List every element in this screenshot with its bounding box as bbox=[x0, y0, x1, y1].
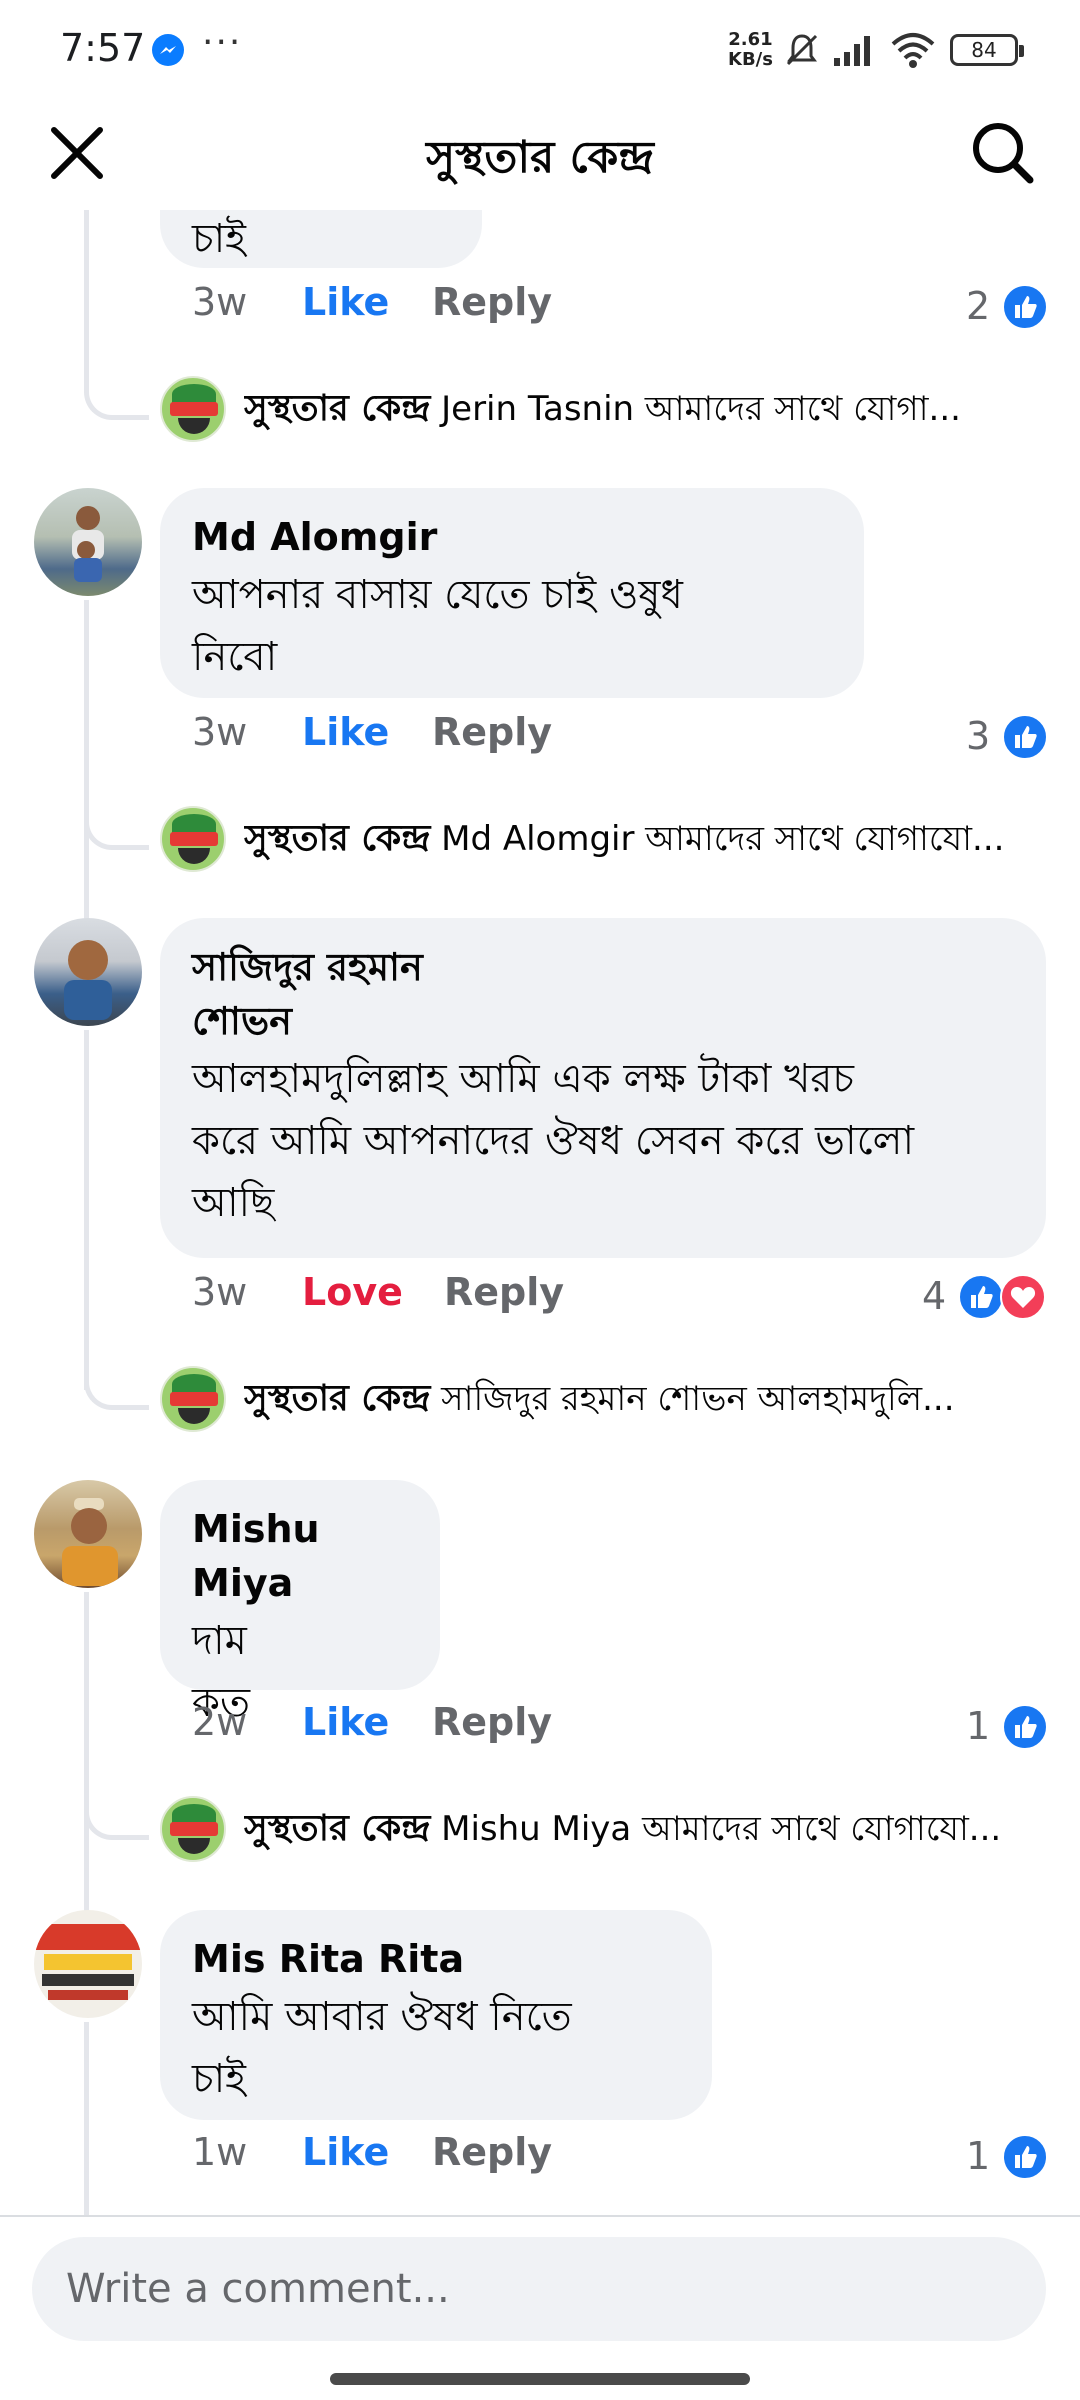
comment-bubble[interactable]: সাজিদুর রহমান শোভন আলহামদুলিল্লাহ আমি এক… bbox=[160, 918, 1046, 1258]
reply-author: সুস্থতার কেন্দ্র bbox=[244, 818, 431, 859]
thread-line bbox=[84, 1030, 89, 1390]
reaction-count: 3 bbox=[966, 714, 991, 758]
avatar[interactable] bbox=[34, 488, 142, 596]
page-reply-preview[interactable]: সুস্থতার কেন্দ্র Mishu Miya আমাদের সাথে … bbox=[244, 1796, 1074, 1862]
reply-connector bbox=[84, 380, 149, 420]
comment-time: 3w bbox=[192, 710, 248, 754]
reply-button[interactable]: Reply bbox=[432, 710, 552, 754]
signal-icon bbox=[834, 36, 870, 66]
reply-connector bbox=[84, 1800, 149, 1840]
comment-text-line: চাই bbox=[192, 2056, 246, 2102]
wifi-icon bbox=[891, 33, 935, 68]
app-header: সুস্থতার কেন্দ্র bbox=[0, 100, 1080, 210]
avatar[interactable] bbox=[34, 1480, 142, 1588]
comment-bubble[interactable]: Mis Rita Rita আমি আবার ঔষধ নিতে চাই bbox=[160, 1910, 712, 2120]
reaction-summary[interactable]: 4 bbox=[922, 1274, 1072, 1322]
comment-time: 2w bbox=[192, 1700, 248, 1744]
reply-author: সুস্থতার কেন্দ্র bbox=[244, 1808, 431, 1849]
thread-line bbox=[84, 1592, 89, 1942]
reaction-summary[interactable]: 1 bbox=[966, 2134, 1066, 2182]
comment-actions: 1w Like Reply bbox=[192, 2130, 1072, 2190]
thread-line bbox=[84, 210, 89, 380]
comment-actions: 3w Like Reply bbox=[192, 710, 1072, 770]
thumbs-up-icon bbox=[1002, 2134, 1048, 2180]
reply-text: Jerin Tasnin আমাদের সাথে যোগা... bbox=[441, 389, 961, 429]
reply-author: সুস্থতার কেন্দ্র bbox=[244, 388, 431, 429]
reaction-count: 1 bbox=[966, 1704, 991, 1748]
heart-icon bbox=[1000, 1274, 1046, 1320]
thumbs-up-icon bbox=[1002, 1704, 1048, 1750]
search-icon[interactable] bbox=[968, 118, 1038, 188]
reply-connector bbox=[84, 810, 149, 850]
reply-button[interactable]: Reply bbox=[432, 2130, 552, 2174]
mute-bell-icon bbox=[786, 34, 818, 66]
comment-time: 3w bbox=[192, 280, 248, 324]
reaction-count: 4 bbox=[922, 1274, 947, 1318]
comment-author[interactable]: Mishu Miya bbox=[192, 1502, 408, 1610]
reply-button[interactable]: Reply bbox=[432, 280, 552, 324]
reaction-count: 2 bbox=[966, 284, 991, 328]
comment-bubble[interactable]: চাই bbox=[160, 210, 482, 268]
reaction-summary[interactable]: 3 bbox=[966, 714, 1066, 762]
page-reply-preview[interactable]: সুস্থতার কেন্দ্র Md Alomgir আমাদের সাথে … bbox=[244, 806, 1074, 872]
comment-thread: চাই 3w Like Reply 2 সুস্থতার কেন্দ্র Jer… bbox=[0, 210, 1080, 2215]
thumbs-up-icon bbox=[1002, 714, 1048, 760]
comment-author-line2[interactable]: শোভন bbox=[192, 994, 1014, 1048]
avatar[interactable] bbox=[34, 1910, 142, 2018]
reply-button[interactable]: Reply bbox=[444, 1270, 564, 1314]
avatar[interactable] bbox=[34, 918, 142, 1026]
page-reply-preview[interactable]: সুস্থতার কেন্দ্র Jerin Tasnin আমাদের সাথ… bbox=[244, 376, 1074, 442]
like-button[interactable]: Like bbox=[302, 2130, 389, 2174]
close-icon[interactable] bbox=[44, 120, 110, 186]
comment-actions: 3w Like Reply bbox=[192, 280, 1072, 340]
reply-button[interactable]: Reply bbox=[432, 1700, 552, 1744]
reaction-count: 1 bbox=[966, 2134, 991, 2178]
reply-author: সুস্থতার কেন্দ্র bbox=[244, 1378, 431, 1419]
comment-text-line: নিবো bbox=[192, 634, 278, 680]
status-time: 7:57 bbox=[60, 26, 146, 70]
thumbs-up-icon bbox=[1002, 284, 1048, 330]
like-button[interactable]: Like bbox=[302, 710, 389, 754]
battery-indicator: 84 bbox=[950, 34, 1024, 66]
comment-time: 3w bbox=[192, 1270, 248, 1314]
home-indicator[interactable] bbox=[330, 2373, 750, 2385]
reaction-summary[interactable]: 1 bbox=[966, 1704, 1066, 1752]
status-bar: 7:57 ··· 2.61 KB/s 84 bbox=[0, 0, 1080, 100]
thread-line bbox=[84, 2022, 89, 2215]
page-title: সুস্থতার কেন্দ্র bbox=[426, 132, 654, 183]
comment-author[interactable]: সাজিদুর রহমান bbox=[192, 940, 1014, 994]
network-speed: 2.61 KB/s bbox=[728, 29, 773, 70]
reply-text: সাজিদুর রহমান শোভন আলহামদুলি... bbox=[441, 1379, 955, 1419]
reply-connector bbox=[84, 1370, 149, 1410]
reply-text: Md Alomgir আমাদের সাথে যোগাযো... bbox=[441, 819, 1005, 859]
comment-actions: 2w Like Reply bbox=[192, 1700, 1072, 1760]
comment-text-line: করে আমি আপনাদের ঔষধ সেবন করে ভালো bbox=[192, 1118, 915, 1164]
like-button[interactable]: Like bbox=[302, 1700, 389, 1744]
comment-bubble[interactable]: Md Alomgir আপনার বাসায় যেতে চাই ওষুধ নি… bbox=[160, 488, 864, 698]
comment-text-line: দাম bbox=[192, 1618, 247, 1664]
comment-composer: Write a comment... bbox=[0, 2215, 1080, 2400]
comment-bubble[interactable]: Mishu Miya দাম কত bbox=[160, 1480, 440, 1726]
page-avatar[interactable] bbox=[160, 806, 226, 872]
comment-text-line: আমি আবার ঔষধ নিতে bbox=[192, 1994, 572, 2040]
page-reply-preview[interactable]: সুস্থতার কেন্দ্র সাজিদুর রহমান শোভন আলহা… bbox=[244, 1366, 1074, 1432]
more-notifications-icon: ··· bbox=[202, 22, 243, 63]
page-avatar[interactable] bbox=[160, 1366, 226, 1432]
page-avatar[interactable] bbox=[160, 376, 226, 442]
comment-text-line: আছি bbox=[192, 1180, 275, 1226]
page-avatar[interactable] bbox=[160, 1796, 226, 1862]
comment-input[interactable]: Write a comment... bbox=[32, 2237, 1046, 2341]
reply-text: Mishu Miya আমাদের সাথে যোগাযো... bbox=[441, 1809, 1002, 1849]
thumbs-up-icon bbox=[958, 1274, 1004, 1320]
comment-text-line: আপনার বাসায় যেতে চাই ওষুধ bbox=[192, 572, 683, 618]
comment-author[interactable]: Md Alomgir bbox=[192, 510, 832, 564]
reaction-summary[interactable]: 2 bbox=[966, 284, 1066, 332]
comment-time: 1w bbox=[192, 2130, 248, 2174]
comment-text-line: আলহামদুলিল্লাহ আমি এক লক্ষ টাকা খরচ bbox=[192, 1056, 854, 1102]
messenger-icon bbox=[152, 34, 184, 66]
like-button[interactable]: Like bbox=[302, 280, 389, 324]
love-button[interactable]: Love bbox=[302, 1270, 403, 1314]
comment-author[interactable]: Mis Rita Rita bbox=[192, 1932, 680, 1986]
